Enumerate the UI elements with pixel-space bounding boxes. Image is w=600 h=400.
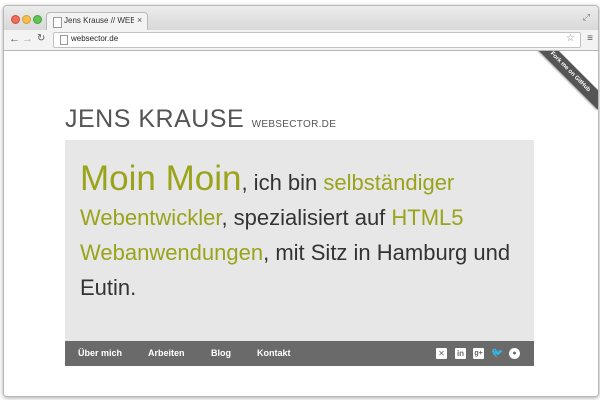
url-text[interactable]: websector.de bbox=[71, 34, 118, 43]
expand-icon[interactable]: ⤢ bbox=[583, 12, 590, 23]
nav-item-contact[interactable]: Kontakt bbox=[257, 348, 291, 358]
hero-box: Moin Moin, ich bin selbständiger Webentw… bbox=[65, 140, 534, 341]
hamburger-menu-icon[interactable]: ≡ bbox=[587, 33, 593, 44]
xing-icon[interactable]: ✕ bbox=[436, 348, 447, 359]
nav-item-about[interactable]: Über mich bbox=[78, 348, 122, 358]
browser-toolbar: ← → ↻ websector.de ☆ ≡ bbox=[4, 30, 598, 51]
address-bar[interactable]: websector.de ☆ bbox=[53, 32, 581, 48]
hero-intro-text: Moin Moin, ich bin selbständiger Webentw… bbox=[80, 161, 520, 305]
title-bar: Jens Krause // WEBSECTOR × ⤢ bbox=[4, 6, 598, 31]
google-plus-icon[interactable]: g+ bbox=[473, 348, 484, 359]
browser-tab[interactable]: Jens Krause // WEBSECTOR × bbox=[46, 12, 148, 31]
tab-close-icon[interactable]: × bbox=[137, 15, 142, 25]
page-viewport: Fork me on GitHub JENS KRAUSE WEBSECTOR.… bbox=[4, 51, 598, 396]
hero-text-part: , spezialisiert auf bbox=[221, 205, 392, 230]
zoom-window-button[interactable] bbox=[33, 15, 42, 24]
nav-item-work[interactable]: Arbeiten bbox=[148, 348, 185, 358]
forward-arrow-icon[interactable]: → bbox=[22, 33, 33, 45]
hero-greeting: Moin Moin bbox=[80, 159, 242, 198]
hero-text-part: , ich bin bbox=[241, 170, 324, 195]
star-icon[interactable]: ☆ bbox=[566, 33, 575, 44]
twitter-icon[interactable]: 🐦 bbox=[491, 348, 503, 359]
nav-item-blog[interactable]: Blog bbox=[211, 348, 231, 358]
linkedin-icon[interactable]: in bbox=[455, 348, 466, 359]
page-favicon-icon bbox=[53, 17, 62, 28]
reload-icon[interactable]: ↻ bbox=[37, 33, 45, 45]
back-arrow-icon[interactable]: ← bbox=[9, 33, 20, 45]
minimize-window-button[interactable] bbox=[22, 15, 31, 24]
page-icon bbox=[60, 35, 68, 45]
site-domain: WEBSECTOR.DE bbox=[251, 119, 337, 130]
site-title[interactable]: JENS KRAUSE bbox=[65, 105, 244, 133]
main-nav: Über mich Arbeiten Blog Kontakt ✕ in g+ … bbox=[65, 341, 534, 366]
fork-me-ribbon[interactable]: Fork me on GitHub bbox=[532, 51, 598, 110]
tab-title: Jens Krause // WEBSECTOR bbox=[64, 16, 134, 25]
browser-window: Jens Krause // WEBSECTOR × ⤢ ← → ↻ webse… bbox=[3, 5, 599, 397]
site-header: JENS KRAUSE WEBSECTOR.DE bbox=[65, 105, 336, 134]
close-window-button[interactable] bbox=[11, 15, 20, 24]
github-icon[interactable]: ● bbox=[509, 348, 520, 359]
